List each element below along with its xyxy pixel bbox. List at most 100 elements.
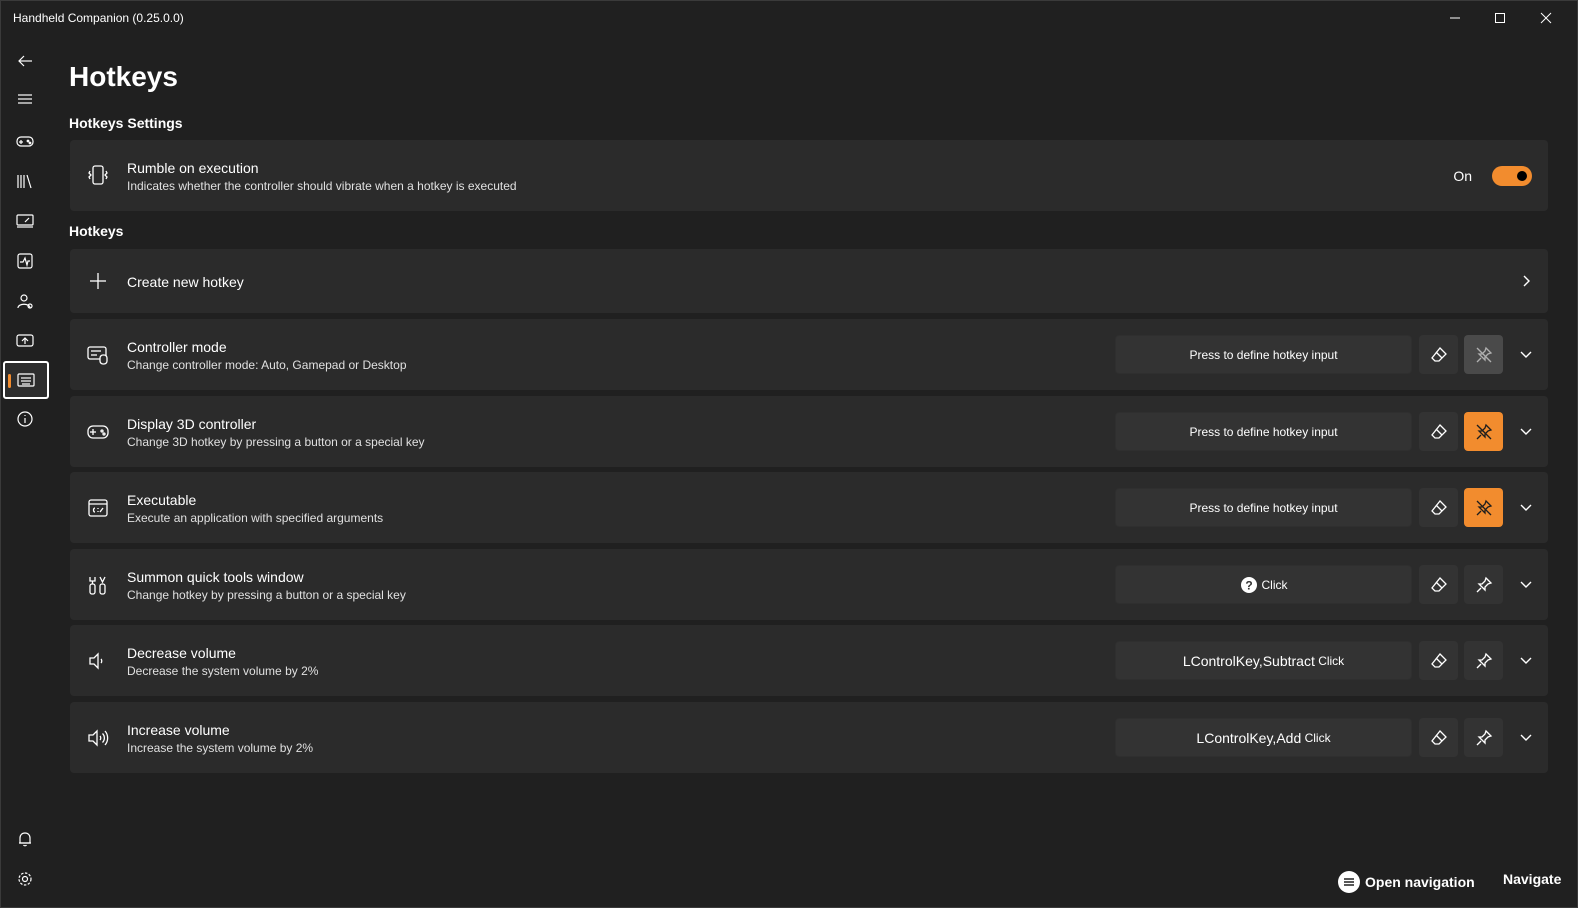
vibrate-icon: [86, 163, 110, 187]
hotkey-input-text: Click: [1261, 577, 1288, 592]
create-hotkey-label: Create new hotkey: [127, 274, 244, 290]
chevron-down-icon: [1520, 581, 1532, 588]
rumble-setting-card: Rumble on execution Indicates whether th…: [70, 140, 1548, 211]
expand-chevron[interactable]: [1518, 500, 1534, 516]
volume-low-icon: [86, 649, 110, 673]
navigate-label: Navigate: [1503, 871, 1562, 887]
sidebar-item-profiles[interactable]: [5, 283, 45, 319]
notifications-button[interactable]: [5, 821, 45, 857]
define-hotkey-input-button[interactable]: Press to define hotkey input: [1115, 488, 1412, 527]
maximize-button[interactable]: [1477, 1, 1523, 35]
hotkey-title: Controller mode: [127, 339, 227, 355]
settings-section-title: Hotkeys Settings: [69, 115, 183, 131]
erase-hotkey-button[interactable]: [1419, 335, 1458, 374]
page-title: Hotkeys: [69, 61, 178, 92]
hotkey-card-display-3d-controller: Display 3D controller Change 3D hotkey b…: [70, 396, 1548, 467]
tools-icon: [86, 573, 110, 597]
sidebar-item-controller[interactable]: [5, 123, 45, 159]
hamburger-menu-button[interactable]: [5, 81, 45, 117]
define-hotkey-input-button[interactable]: Press to define hotkey input: [1115, 335, 1412, 374]
navigate-hint[interactable]: Navigate: [1503, 871, 1561, 887]
expand-chevron[interactable]: [1518, 347, 1534, 363]
rumble-description: Indicates whether the controller should …: [127, 179, 517, 193]
minimize-button[interactable]: [1432, 1, 1478, 35]
hotkey-input-text: Press to define hotkey input: [1189, 500, 1338, 515]
hotkey-card-summon-quick-tools: Summon quick tools window Change hotkey …: [70, 549, 1548, 620]
svg-text:?: ?: [1245, 578, 1252, 592]
close-icon: [1540, 12, 1552, 24]
hotkey-description: Change controller mode: Auto, Gamepad or…: [127, 358, 407, 372]
define-hotkey-input-button[interactable]: Press to define hotkey input: [1115, 412, 1412, 451]
erase-hotkey-button[interactable]: [1419, 718, 1458, 757]
selection-indicator: [8, 374, 11, 388]
pin-hotkey-button[interactable]: [1464, 718, 1503, 757]
erase-hotkey-button[interactable]: [1419, 641, 1458, 680]
hotkey-card-decrease-volume: Decrease volume Decrease the system volu…: [70, 625, 1548, 696]
hotkey-title: Increase volume: [127, 722, 230, 738]
pin-hotkey-button[interactable]: [1464, 565, 1503, 604]
gamepad-icon: [16, 136, 34, 147]
rumble-toggle[interactable]: [1492, 166, 1532, 186]
hotkey-card-controller-mode: Controller mode Change controller mode: …: [70, 319, 1548, 390]
chevron-right-icon: [1518, 273, 1534, 289]
erase-hotkey-button[interactable]: [1419, 412, 1458, 451]
expand-chevron[interactable]: [1518, 577, 1534, 593]
chevron-down-icon: [1520, 351, 1532, 358]
sidebar-item-library[interactable]: [5, 163, 45, 199]
gamepad-icon: [86, 420, 110, 444]
eraser-icon: [1430, 423, 1447, 439]
hotkey-description: Execute an application with specified ar…: [127, 511, 384, 525]
minimize-icon: [1450, 17, 1460, 19]
unpin-icon: [1476, 499, 1492, 515]
sidebar-item-about[interactable]: [5, 401, 45, 437]
hotkey-description: Change hotkey by pressing a button or a …: [127, 588, 406, 602]
hotkey-input-keys: LControlKey,Add: [1196, 729, 1302, 746]
sidebar-item-overlay[interactable]: [5, 323, 45, 359]
define-hotkey-input-button[interactable]: LControlKey,Subtract Click: [1115, 641, 1412, 680]
back-arrow-icon: [18, 55, 32, 67]
help-circle-icon: ?: [1240, 576, 1257, 593]
chevron-down-icon: [1520, 734, 1532, 741]
unpin-icon: [1476, 346, 1492, 362]
create-hotkey-card[interactable]: Create new hotkey: [70, 249, 1548, 313]
close-button[interactable]: [1523, 1, 1569, 35]
expand-chevron[interactable]: [1518, 653, 1534, 669]
hotkey-description: Change 3D hotkey by pressing a button or…: [127, 435, 425, 449]
pin-icon: [1476, 576, 1492, 592]
info-icon: [17, 411, 33, 427]
expand-chevron[interactable]: [1518, 730, 1534, 746]
pin-hotkey-button[interactable]: [1464, 488, 1503, 527]
erase-hotkey-button[interactable]: [1419, 488, 1458, 527]
overlay-icon: [16, 334, 34, 347]
gear-icon: [18, 872, 32, 886]
hotkey-input-text: Press to define hotkey input: [1189, 347, 1338, 362]
sidebar-item-hotkeys[interactable]: [3, 361, 49, 399]
eraser-icon: [1430, 652, 1447, 668]
settings-button[interactable]: [5, 861, 45, 897]
sidebar-item-device[interactable]: [5, 203, 45, 239]
chevron-down-icon: [1520, 657, 1532, 664]
hotkey-input-keys: LControlKey,Subtract: [1182, 652, 1315, 669]
pin-hotkey-button[interactable]: [1464, 412, 1503, 451]
toggle-knob: [1517, 171, 1527, 181]
define-hotkey-input-button[interactable]: LControlKey,Add Click: [1115, 718, 1412, 757]
hotkey-card-increase-volume: Increase volume Increase the system volu…: [70, 702, 1548, 773]
hotkey-title: Summon quick tools window: [127, 569, 304, 585]
expand-chevron[interactable]: [1518, 424, 1534, 440]
define-hotkey-input-button[interactable]: ? Click: [1115, 565, 1412, 604]
eraser-icon: [1430, 346, 1447, 362]
rumble-toggle-label: On: [1453, 168, 1472, 184]
sidebar-item-performance[interactable]: [5, 243, 45, 279]
open-navigation-hint[interactable]: Open navigation: [1338, 871, 1475, 893]
erase-hotkey-button[interactable]: [1419, 565, 1458, 604]
hotkey-card-executable: Executable Execute an application with s…: [70, 472, 1548, 543]
chevron-down-icon: [1520, 504, 1532, 511]
hotkey-description: Increase the system volume by 2%: [127, 741, 314, 755]
back-button[interactable]: [5, 43, 45, 79]
pin-hotkey-button[interactable]: [1464, 641, 1503, 680]
volume-high-icon: [86, 726, 110, 750]
pin-hotkey-button[interactable]: [1464, 335, 1503, 374]
title-bar: Handheld Companion (0.25.0.0): [1, 1, 1578, 35]
open-navigation-label: Open navigation: [1365, 874, 1475, 890]
hotkey-title: Display 3D controller: [127, 416, 257, 432]
